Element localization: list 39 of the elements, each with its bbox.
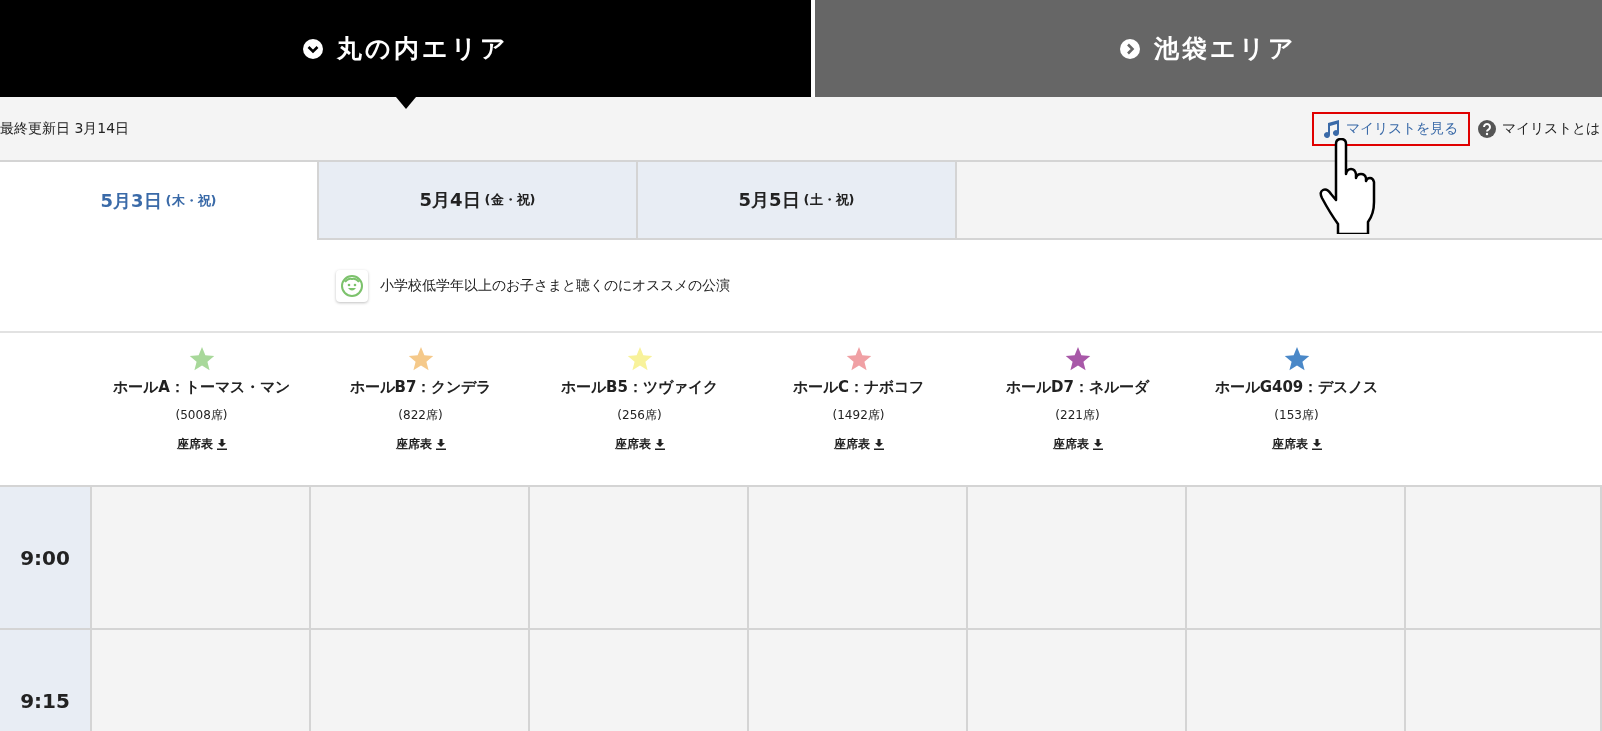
- seat-count: (221席): [1055, 407, 1100, 424]
- seat-count: (1492席): [832, 407, 885, 424]
- hall-name: ホールD7：ネルーダ: [1006, 378, 1149, 397]
- hall-name: ホールB5：ツヴァイク: [561, 378, 718, 397]
- seating-chart-link[interactable]: 座席表: [833, 436, 884, 453]
- time-label: 9:15: [0, 630, 92, 731]
- time-label: 9:00: [0, 487, 92, 630]
- seating-chart-link[interactable]: 座席表: [395, 436, 446, 453]
- area-tab[interactable]: 池袋エリア: [815, 0, 1602, 97]
- chevron-down-circle-icon: [302, 38, 323, 59]
- date-tab[interactable]: 5月3日 (木・祝): [0, 162, 319, 240]
- hall-name: ホールB7：クンデラ: [349, 378, 492, 397]
- date-tab[interactable]: 5月5日 (土・祝): [638, 162, 957, 238]
- last-updated-text: 最終更新日 3月14日: [0, 119, 130, 138]
- hall-name: ホールA：トーマス・マン: [113, 378, 290, 397]
- seat-count: (822席): [398, 407, 443, 424]
- chevron-right-circle-icon: [1120, 38, 1140, 59]
- help-icon: [1478, 119, 1496, 138]
- mylist-link[interactable]: マイリストを見る: [1312, 111, 1470, 146]
- download-icon: [1092, 439, 1103, 450]
- seating-chart-link[interactable]: 座席表: [614, 436, 665, 453]
- seat-count: (256席): [617, 407, 662, 424]
- download-icon: [1311, 439, 1322, 450]
- recommendation-note: 小学校低学年以上のお子さまと聴くのにオススメの公演: [380, 276, 730, 295]
- seat-count: (153席): [1274, 407, 1319, 424]
- download-icon: [435, 439, 446, 450]
- hall-name: ホールC：ナボコフ: [793, 378, 924, 397]
- music-note-icon: [1324, 119, 1340, 138]
- seating-chart-link[interactable]: 座席表: [1271, 436, 1322, 453]
- date-tab[interactable]: 5月4日 (金・祝): [319, 162, 638, 238]
- seating-chart-link[interactable]: 座席表: [176, 436, 227, 453]
- child-face-icon: [336, 269, 368, 302]
- download-icon: [873, 439, 884, 450]
- download-icon: [216, 439, 227, 450]
- download-icon: [654, 439, 665, 450]
- hall-name: ホールG409：デスノス: [1214, 378, 1379, 397]
- seat-count: (5008席): [175, 407, 228, 424]
- help-link[interactable]: マイリストとは: [1474, 111, 1602, 146]
- seating-chart-link[interactable]: 座席表: [1052, 436, 1103, 453]
